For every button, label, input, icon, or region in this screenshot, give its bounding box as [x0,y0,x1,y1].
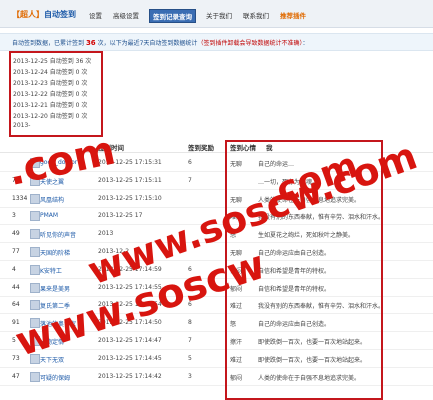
row-id: 64 [12,301,20,309]
title-bracket-right: 】 [36,10,44,19]
log-line: 2013-12-21 自动签到 0 次 [13,102,88,109]
checkin-time: 2013-12-25 17:14:45 [98,354,162,362]
title-bracket-left: 【 [12,10,20,19]
checkin-time: 2013-12-25 17:15:10 [98,194,162,202]
checkin-reward: 8 [188,319,192,327]
table-row: 47 可疑的保姆 2013-12-25 17:14:42 3 郁闷 人类的使命在于自强不息… [0,368,433,386]
checkin-message: 生如夏花之绚烂，死如秋叶之静美。 [258,232,355,240]
checkin-reward: 3 [188,372,192,380]
col-header-reward: 签到奖励 [188,144,214,152]
checkin-time: 2013-12-25 17 [98,212,143,220]
username-link[interactable]: K安特工 [40,266,62,275]
log-line: 2013-12-20 自动签到 0 次 [13,113,88,120]
info-suffix: ： [302,40,309,47]
row-id: 4 [12,265,16,273]
row-id: 49 [12,230,20,238]
nav-item-about[interactable]: 关于我们 [205,9,233,23]
info-warning: （签到插件卸载会导致数据统计不准确） [197,40,303,47]
avatar-icon [30,282,40,293]
col-header-message: 我 [266,144,273,152]
avatar-icon [30,193,40,204]
row-id: 3 [12,212,16,220]
row-id: 44 [12,283,20,291]
nav-item-contact[interactable]: 联系我们 [242,9,270,23]
row-id: 73 [12,354,20,362]
username-link[interactable]: 可疑的保姆 [40,373,70,382]
checkin-reward: 7 [188,337,192,344]
row-id: 47 [12,372,20,380]
app-title: 【超人】自动签到 [12,9,76,20]
username-link[interactable]: 天国的阶梯 [40,248,70,257]
checkin-reward: 5 [188,354,192,362]
checkin-message: 自己的命运应由自己创造。 [258,321,331,329]
checkin-time: 2013-12-25 17:14:42 [98,372,162,380]
row-id: 1334 [12,194,28,202]
checkin-mood: 难过 [230,303,243,311]
username-link[interactable]: 听见你的声音 [40,230,76,239]
checkin-message: 自己的命运应由自己创造。 [258,250,331,257]
checkin-mood: 怒 [230,321,237,329]
title-rest: 自动签到 [44,10,76,19]
nav-item-recommended-plugins[interactable]: 推荐插件 [279,9,307,23]
checkin-mood: 难过 [230,356,243,364]
nav-bar: 设置 高级设置 签到记录查询 关于我们 联系我们 推荐插件 [88,9,307,23]
avatar-icon [30,300,40,311]
checkin-mood: 擦汗 [230,339,243,346]
avatar-icon [30,211,40,222]
row-id: 77 [12,248,20,255]
nav-item-settings[interactable]: 设置 [88,9,103,23]
checkin-reward: 7 [188,176,192,184]
checkin-mood: 郁闷 [230,374,243,382]
log-line: 2013-12-23 自动签到 0 次 [13,80,88,87]
nav-item-advanced-settings[interactable]: 高级设置 [112,9,140,23]
log-line: 2013- [13,122,31,129]
log-line: 2013-12-24 自动签到 0 次 [13,69,88,76]
checkin-time: 2013-12-25 17:15:11 [98,176,162,184]
checkin-message: 人类的使命在于自强不息地追求完美。 [258,374,361,382]
info-bar: 自动签到数据，已累计签到 36 次，以下为最近7天自动签到数据统计（签到插件卸载… [0,33,433,51]
checkin-message: 自信和希望是青年的特权。 [258,267,331,275]
checkin-time: 2013 [98,230,114,238]
checkin-mood: 无聊 [230,161,243,168]
username-link[interactable]: 风凰结构 [40,195,64,204]
log-line: 2013-12-25 自动签到 36 次 [13,58,92,65]
info-prefix: 自动签到数据，已累计签到 [12,40,85,47]
checkin-message: 即使跌倒一百次，也要一百次地站起来。 [258,339,367,346]
log-line: 2013-12-22 自动签到 0 次 [13,91,88,98]
avatar-icon [30,229,40,240]
checkin-message: 我没有别的东西奉献，惟有辛劳、泪水和汗水。 [258,303,385,311]
daily-log-box: 2013-12-25 自动签到 36 次 2013-12-24 自动签到 0 次… [9,51,103,137]
username-link[interactable]: 果来是美男 [40,284,70,293]
avatar-icon [30,371,40,382]
avatar-icon [30,264,40,275]
checkin-reward: 6 [188,159,192,166]
info-count: 36 [85,39,96,47]
nav-item-checkin-records[interactable]: 签到记录查询 [149,9,196,23]
top-header: 【超人】自动签到 设置 高级设置 签到记录查询 关于我们 联系我们 推荐插件 [0,0,433,28]
username-link[interactable]: PMAM [40,212,58,219]
checkin-message: 即使跌倒一百次，也要一百次地站起来。 [258,356,367,364]
col-header-mood: 签到心情 [230,144,256,152]
info-text: 自动签到数据，已累计签到 36 次，以下为最近7天自动签到数据统计（签到插件卸载… [12,38,308,47]
info-middle: 次，以下为最近7天自动签到数据统计 [97,40,198,47]
avatar-icon [30,247,40,257]
title-name: 超人 [20,10,36,19]
